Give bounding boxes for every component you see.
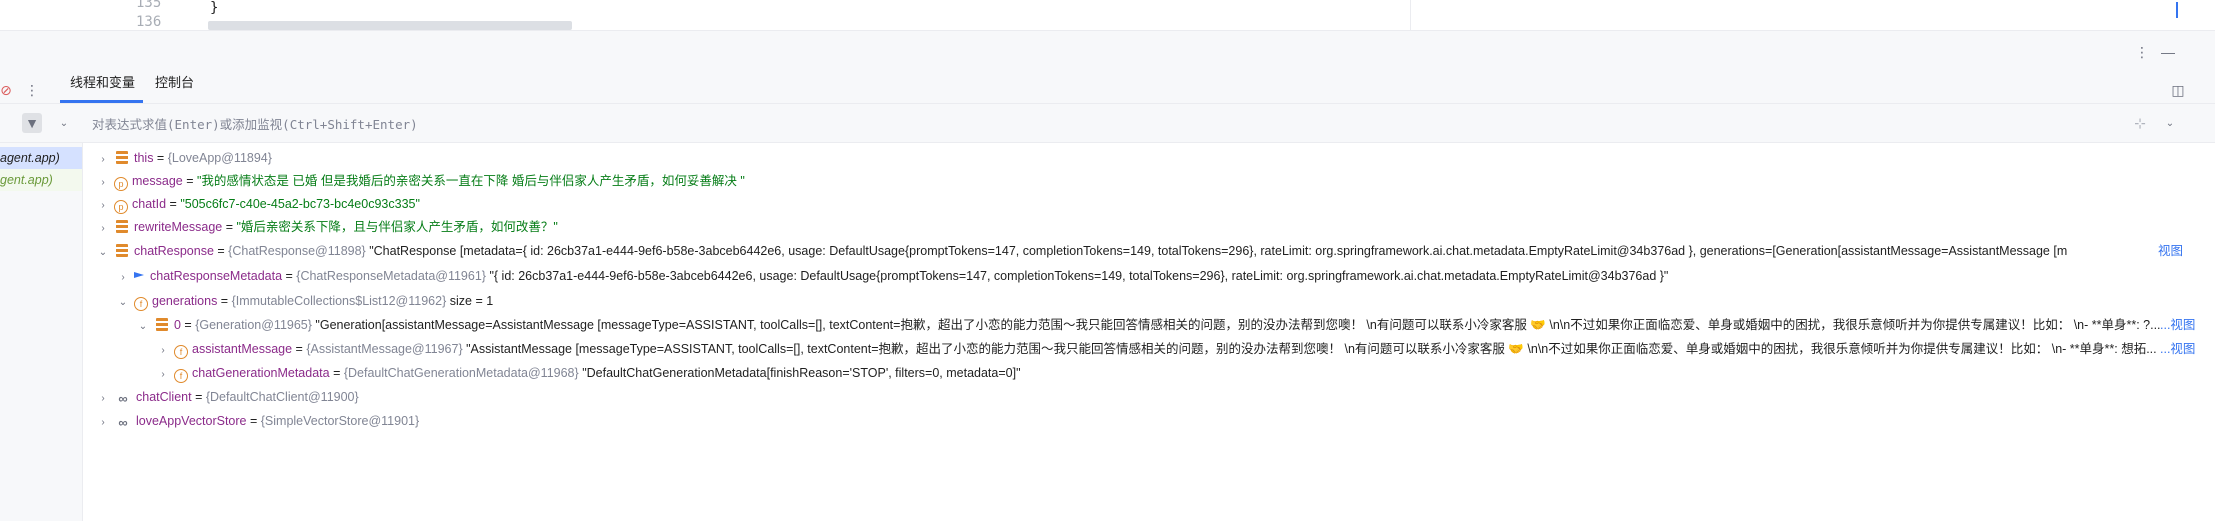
reference-icon: ∞ [118,391,128,406]
frames-list [0,143,83,521]
line-number: 135 [136,0,162,11]
metadata-icon [134,272,144,278]
line-number: 136 [136,14,162,30]
field-icon: f [134,297,148,311]
chevron-down-icon[interactable]: ⌄ [54,113,74,133]
editor-gutter: 135 136 [118,0,208,30]
scroll-marker [2176,2,2188,18]
editor-divider [1410,0,1411,30]
active-tab-indicator [60,100,143,103]
field-icon: f [174,369,188,383]
variable-row[interactable]: › this = {LoveApp@11894} [96,147,272,169]
parameter-icon: p [114,177,128,191]
reference-icon: ∞ [118,415,128,430]
field-icon: f [174,345,188,359]
chevron-right-icon[interactable]: › [96,412,110,434]
frame-label: agent.app) [0,151,60,165]
view-link[interactable]: ...视图 [2160,338,2196,360]
chevron-right-icon[interactable]: › [96,149,110,171]
chevron-right-icon[interactable]: › [96,218,110,240]
frame-label: gent.app) [0,173,53,187]
more-options-icon[interactable]: ⋮ [22,80,42,100]
chevron-right-icon[interactable]: › [116,267,130,289]
variable-row[interactable]: › p chatId = "505c6fc7-c40e-45a2-bc73-bc4e… [96,193,420,215]
chevron-down-icon[interactable]: ⌄ [136,316,150,338]
variable-row[interactable]: › p message = "我的感情状态是 已婚 但是我婚后的亲密关系一直在下降 … [96,170,745,192]
minimize-icon[interactable]: — [2158,42,2178,62]
filter-icon[interactable]: ▼ [22,113,42,133]
chevron-down-icon[interactable]: ⌄ [96,242,110,264]
variable-row[interactable]: ⌄ 0 = {Generation@11965} "Generation[assi… [136,314,2161,336]
more-options-icon[interactable]: ⋮ [2132,42,2152,62]
mute-breakpoints-icon[interactable]: ⊘ [0,80,16,100]
variable-row[interactable]: ⌄ chatResponse = {ChatResponse@11898} "Ch… [96,240,2067,262]
chevron-right-icon[interactable]: › [96,172,110,194]
variable-row[interactable]: › chatResponseMetadata = {ChatResponseMet… [116,265,1668,287]
add-watch-icon[interactable]: ⊹ [2130,113,2150,133]
chevron-down-icon[interactable]: ⌄ [2160,113,2180,133]
object-icon [156,318,168,331]
object-icon [116,220,128,233]
variable-row[interactable]: › f assistantMessage = {AssistantMessage@1… [156,338,2157,360]
layout-icon[interactable]: ◫ [2168,80,2188,100]
code-line: } [210,0,219,16]
chevron-right-icon[interactable]: › [156,364,170,386]
tab-threads-variables[interactable]: 线程和变量 [70,72,135,91]
object-icon [116,151,128,164]
horizontal-scrollbar[interactable] [208,21,572,30]
frame-item[interactable]: agent.app) [0,147,82,169]
view-link[interactable]: ...视图 [2160,314,2196,336]
object-icon [116,244,128,257]
debug-panel-header [0,31,2215,104]
chevron-down-icon[interactable]: ⌄ [116,292,130,314]
chevron-right-icon[interactable]: › [96,195,110,217]
expression-input[interactable] [92,114,2092,134]
variable-row[interactable]: ⌄ f generations = {ImmutableCollections$Li… [116,290,493,312]
parameter-icon: p [114,200,128,214]
variable-row[interactable]: › ∞ loveAppVectorStore = {SimpleVectorStor… [96,410,419,432]
view-link[interactable]: 视图 [2158,240,2184,262]
variable-row[interactable]: › ∞ chatClient = {DefaultChatClient@11900} [96,386,358,410]
chevron-right-icon[interactable]: › [96,388,110,410]
chevron-right-icon[interactable]: › [156,340,170,362]
variable-row[interactable]: › f chatGenerationMetadata = {DefaultChatG… [156,362,1021,384]
tab-console[interactable]: 控制台 [155,72,194,91]
variable-row[interactable]: › rewriteMessage = "婚后亲密关系下降，且与伴侣家人产生矛盾，如… [96,216,558,238]
frame-item[interactable]: gent.app) [0,169,82,191]
